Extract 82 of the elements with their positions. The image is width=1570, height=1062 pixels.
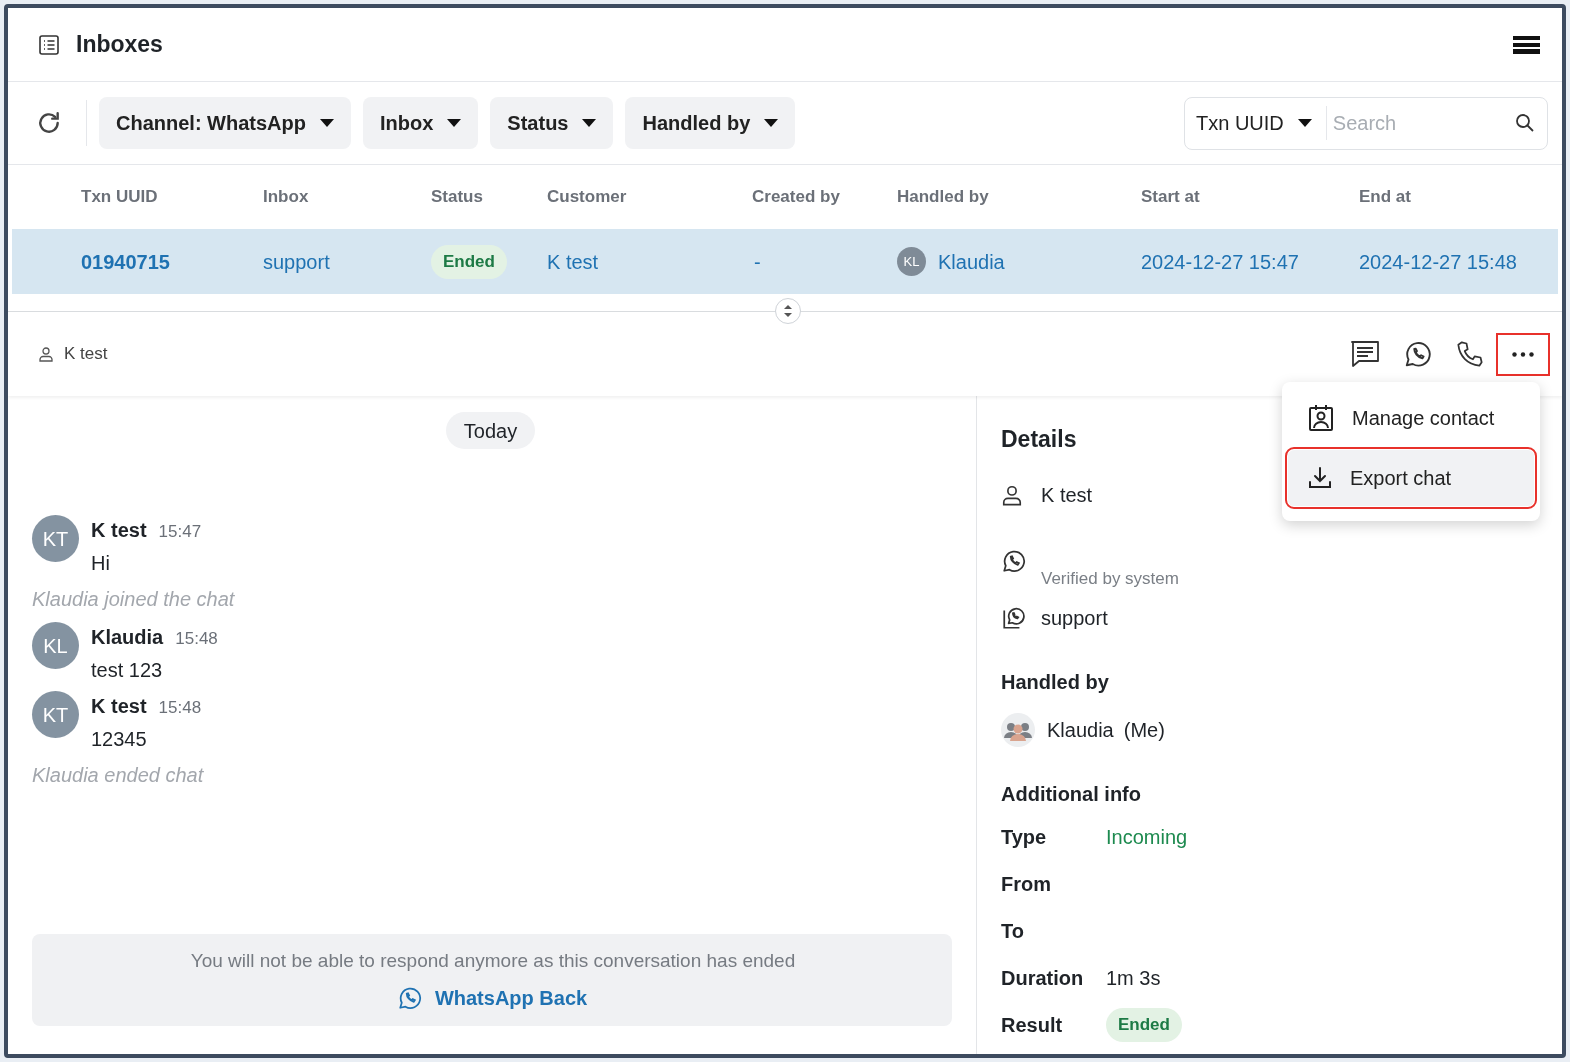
column-header: Txn UUID: [81, 186, 159, 209]
contact-card-icon: [1308, 404, 1334, 432]
avatar: KL: [897, 247, 926, 276]
ellipsis-icon: [1512, 351, 1534, 357]
caret-icon: [447, 119, 462, 127]
column-header: Inbox: [263, 186, 310, 209]
search-icon[interactable]: [1515, 113, 1535, 133]
person-icon: [38, 346, 54, 362]
chat-event: Klaudia joined the chat: [32, 587, 236, 612]
field-label: Type: [1001, 824, 1048, 850]
status-badge: Ended: [431, 244, 507, 279]
avatar: KT: [32, 515, 79, 562]
page-title: Inboxes: [76, 30, 163, 60]
filter-dropdown[interactable]: Handled by: [625, 97, 796, 149]
menu-icon[interactable]: [1513, 34, 1540, 55]
column-header: Start at: [1141, 186, 1201, 209]
message-time: 15:48: [158, 697, 202, 719]
column-header: Status: [431, 186, 484, 209]
column-header: Handled by: [897, 186, 990, 209]
table-cell-text: 2024-12-27 15:48: [1359, 249, 1518, 275]
caret-icon: [320, 119, 334, 127]
more-button[interactable]: [1496, 332, 1550, 376]
list-icon: [38, 33, 60, 56]
section-title: Details: [1001, 425, 1078, 454]
resize-handle[interactable]: [775, 298, 801, 324]
avatar: KT: [32, 691, 79, 738]
author-name: K test: [91, 694, 147, 719]
caret-icon: [764, 119, 779, 127]
avatar-icon: [1001, 713, 1035, 747]
status-badge: Ended: [1106, 1007, 1182, 1042]
author-name: K test: [91, 518, 147, 543]
message-time: 15:47: [158, 521, 202, 543]
field-value: 1m 3s: [1106, 965, 1161, 991]
field-value: Incoming: [1106, 824, 1188, 850]
inbox-icon: [1001, 605, 1027, 631]
field-label: To: [1001, 918, 1025, 944]
agent-suffix: (Me): [1123, 718, 1165, 743]
search-input[interactable]: Search: [1332, 103, 1515, 143]
menu-item[interactable]: Export chat: [1288, 450, 1534, 506]
message-time: 15:48: [175, 628, 218, 650]
message-text: Hi: [91, 551, 111, 576]
download-icon: [1308, 466, 1332, 490]
field-label: From: [1001, 871, 1052, 897]
message-text: test 123: [91, 658, 164, 683]
message-text: 12345: [91, 727, 148, 752]
message-icon[interactable]: [1350, 340, 1380, 368]
column-header: Customer: [547, 186, 628, 209]
whatsapp-icon[interactable]: [1403, 339, 1433, 369]
table-cell-text: support: [263, 249, 331, 275]
person-icon: [1001, 483, 1023, 506]
verified-label: Verified by system: [1041, 567, 1179, 590]
agent-name: Klaudia: [1047, 718, 1114, 743]
avatar: KL: [32, 622, 79, 669]
contact-name: K test: [64, 343, 108, 366]
caret-icon: [582, 119, 597, 127]
inbox-name: support: [1041, 606, 1108, 631]
filter-dropdown[interactable]: Status: [490, 97, 614, 149]
field-label: Result: [1001, 1012, 1064, 1038]
section-title: Handled by: [1001, 670, 1110, 695]
table-cell-text: -: [753, 249, 762, 275]
whatsapp-icon: [396, 985, 423, 1012]
table-cell-text: 01940715: [81, 249, 171, 275]
table-cell-text: 2024-12-27 15:47: [1141, 249, 1300, 275]
column-header: End at: [1359, 186, 1412, 209]
refresh-icon[interactable]: [36, 110, 62, 136]
author-name: Klaudia: [91, 625, 164, 650]
table-row[interactable]: 01940715 support Ended K test - KL Klaudia 2024-12-27 15:47 2024-12-27 15:48: [12, 229, 1558, 294]
caret-icon: [1297, 119, 1312, 127]
whatsapp-back-link[interactable]: WhatsApp Back: [396, 983, 588, 1014]
filter-dropdown[interactable]: Inbox: [363, 97, 479, 149]
column-header: Created by: [752, 186, 841, 209]
table-cell-text: Klaudia: [938, 249, 1005, 275]
section-title: Additional info: [1001, 782, 1142, 807]
search-field-dropdown[interactable]: Txn UUID: [1191, 103, 1317, 143]
phone-icon[interactable]: [1456, 340, 1484, 368]
filter-dropdown[interactable]: Channel: WhatsApp: [99, 97, 351, 149]
table-cell-text: K test: [547, 249, 600, 275]
search-field[interactable]: Txn UUID Search: [1184, 96, 1548, 150]
chat-event: Klaudia ended chat: [32, 763, 205, 788]
field-label: Duration: [1001, 965, 1085, 991]
notice-text: You will not be able to respond anymore as this conversation has ended: [190, 948, 796, 973]
contact-name: K test: [1041, 482, 1093, 508]
